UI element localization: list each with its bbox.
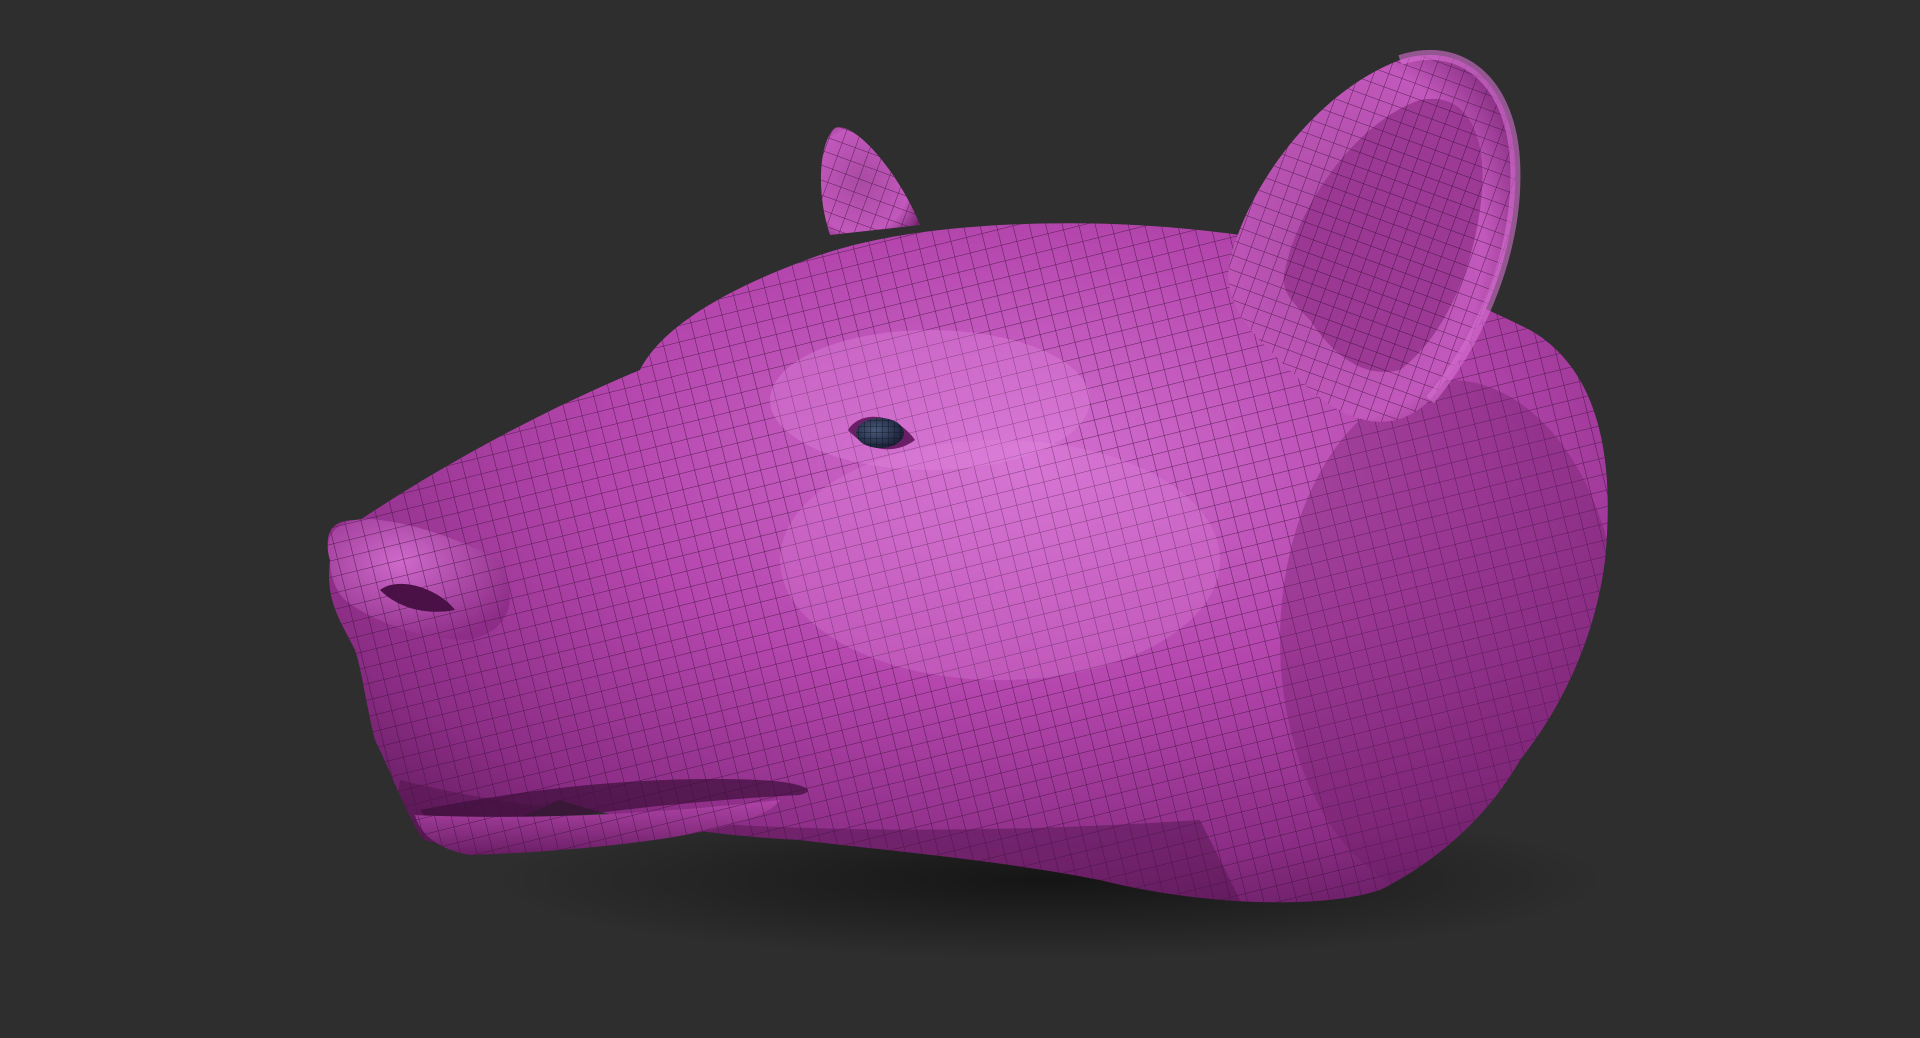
left-ear xyxy=(820,127,920,235)
bear-head-model xyxy=(327,50,1610,960)
3d-viewport[interactable] xyxy=(0,0,1920,1038)
